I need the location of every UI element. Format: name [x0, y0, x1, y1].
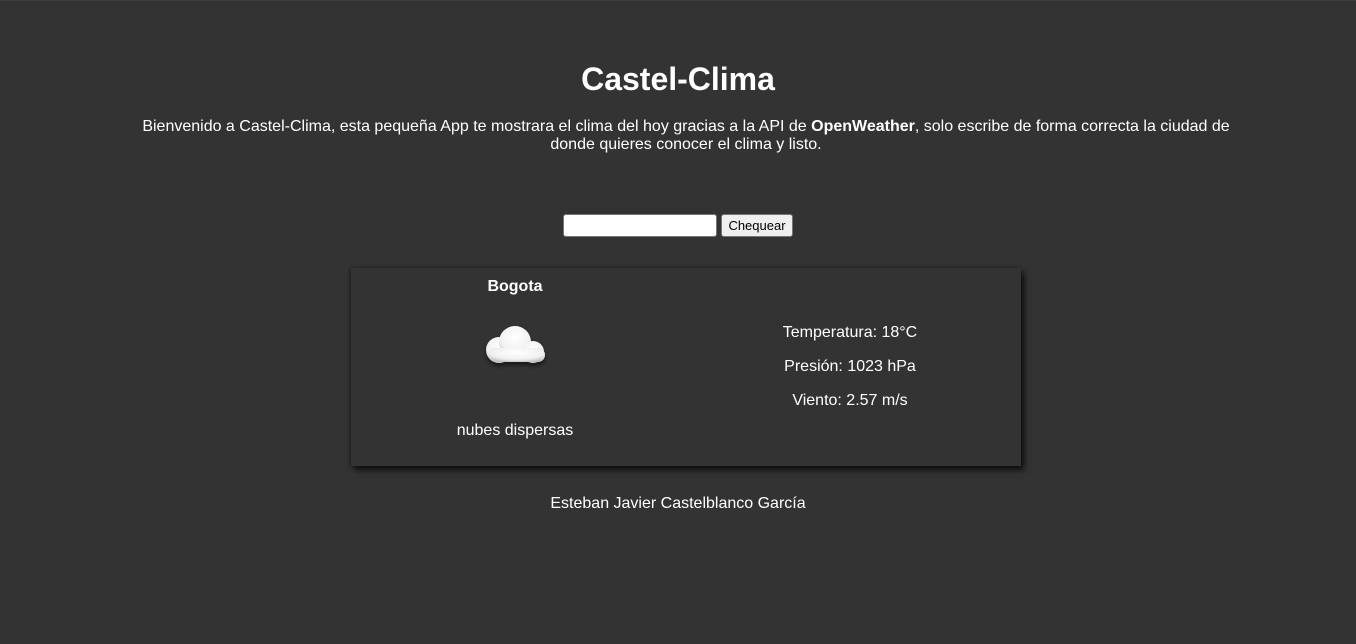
weather-description: nubes dispersas	[456, 422, 574, 439]
intro-text: Bienvenido a Castel-Clima, esta pequeña …	[140, 118, 1232, 154]
temperature-value: Temperatura: 18°C	[782, 324, 918, 341]
page-title: Castel-Clima	[581, 61, 775, 97]
search-form: Chequear	[0, 214, 1356, 237]
cloud-icon	[477, 322, 553, 374]
page: Castel-Clima Bienvenido a Castel-Clima, …	[0, 0, 1356, 644]
intro-text-start: Bienvenido a Castel-Clima, esta pequeña …	[142, 118, 812, 135]
weather-summary: Bogota nubes dispersas	[351, 268, 679, 466]
weather-details: Temperatura: 18°C Presión: 1023 hPa Vien…	[679, 268, 1021, 466]
city-name: Bogota	[487, 278, 543, 295]
pressure-value: Presión: 1023 hPa	[784, 358, 916, 375]
city-search-input[interactable]	[563, 214, 718, 237]
wind-value: Viento: 2.57 m/s	[792, 392, 908, 409]
api-brand-name: OpenWeather	[811, 118, 915, 135]
footer-author: Esteban Javier Castelblanco García	[550, 495, 806, 512]
weather-card: Bogota nubes dispersas Temperatura: 18°C…	[351, 268, 1021, 466]
check-button[interactable]: Chequear	[721, 214, 793, 237]
